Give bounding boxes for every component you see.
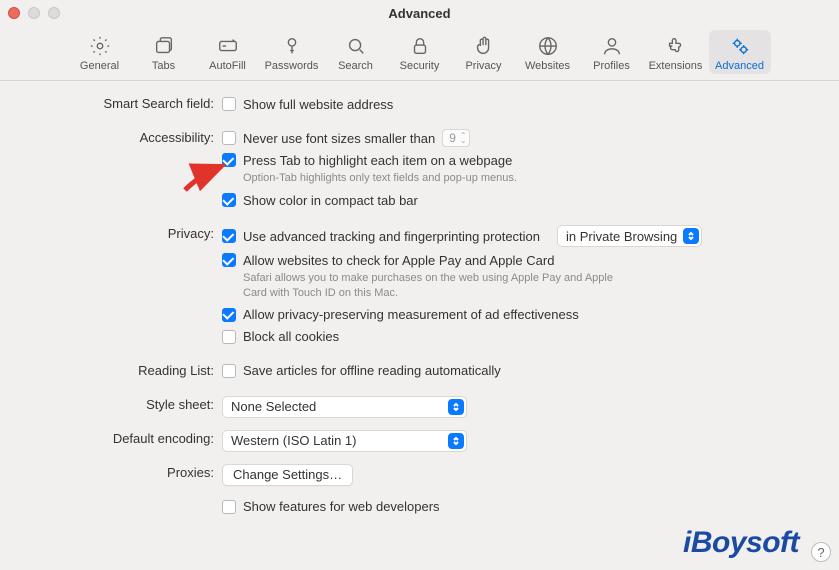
privacy-label: Privacy: (0, 225, 222, 241)
autofill-icon (217, 34, 239, 58)
gear-icon (89, 34, 111, 58)
prefs-toolbar: General Tabs AutoFill Passwords Search S… (0, 26, 839, 81)
globe-icon (537, 34, 559, 58)
search-icon (345, 34, 367, 58)
puzzle-icon (665, 34, 687, 58)
style-sheet-popup[interactable]: None Selected (222, 396, 467, 418)
block-cookies-checkbox[interactable] (222, 330, 236, 344)
font-size-stepper[interactable]: 9 ⌃⌄ (442, 129, 469, 147)
updown-icon (448, 433, 464, 449)
change-settings-button[interactable]: Change Settings… (222, 464, 353, 486)
block-cookies-text: Block all cookies (243, 329, 339, 344)
press-tab-hint: Option-Tab highlights only text fields a… (243, 171, 623, 185)
tabs-icon (153, 34, 175, 58)
tab-privacy[interactable]: Privacy (453, 30, 515, 74)
content-area: Smart Search field: Show full website ad… (0, 81, 839, 520)
titlebar: Advanced (0, 0, 839, 26)
tab-profiles[interactable]: Profiles (581, 30, 643, 74)
tab-extensions[interactable]: Extensions (645, 30, 707, 74)
style-sheet-label: Style sheet: (0, 396, 222, 412)
tracking-mode-popup[interactable]: in Private Browsing (557, 225, 702, 247)
show-dev-checkbox[interactable] (222, 500, 236, 514)
hand-icon (473, 34, 495, 58)
ad-measure-checkbox[interactable] (222, 308, 236, 322)
smart-search-label: Smart Search field: (0, 95, 222, 111)
default-encoding-label: Default encoding: (0, 430, 222, 446)
show-full-url-checkbox[interactable] (222, 97, 236, 111)
save-offline-checkbox[interactable] (222, 364, 236, 378)
press-tab-text: Press Tab to highlight each item on a we… (243, 153, 512, 168)
chevrons-icon: ⌃⌄ (460, 133, 467, 143)
tab-advanced[interactable]: Advanced (709, 30, 771, 74)
advanced-tracking-text: Use advanced tracking and fingerprinting… (243, 229, 540, 244)
updown-icon (448, 399, 464, 415)
show-full-url-text: Show full website address (243, 97, 393, 112)
gears-icon (729, 34, 751, 58)
never-smaller-text: Never use font sizes smaller than (243, 131, 435, 146)
tab-autofill[interactable]: AutoFill (197, 30, 259, 74)
show-color-text: Show color in compact tab bar (243, 193, 418, 208)
tab-websites[interactable]: Websites (517, 30, 579, 74)
accessibility-label: Accessibility: (0, 129, 222, 145)
ad-measure-text: Allow privacy-preserving measurement of … (243, 307, 579, 322)
show-dev-text: Show features for web developers (243, 499, 440, 514)
tab-search[interactable]: Search (325, 30, 387, 74)
updown-icon (683, 228, 699, 244)
proxies-label: Proxies: (0, 464, 222, 480)
apple-pay-text: Allow websites to check for Apple Pay an… (243, 253, 554, 268)
press-tab-checkbox[interactable] (222, 153, 236, 167)
default-encoding-popup[interactable]: Western (ISO Latin 1) (222, 430, 467, 452)
window-title: Advanced (0, 6, 839, 21)
tab-tabs[interactable]: Tabs (133, 30, 195, 74)
apple-pay-hint: Safari allows you to make purchases on t… (243, 271, 623, 300)
key-icon (281, 34, 303, 58)
tab-passwords[interactable]: Passwords (261, 30, 323, 74)
advanced-tracking-checkbox[interactable] (222, 229, 236, 243)
show-color-checkbox[interactable] (222, 193, 236, 207)
person-icon (601, 34, 623, 58)
tab-security[interactable]: Security (389, 30, 451, 74)
never-smaller-checkbox[interactable] (222, 131, 236, 145)
watermark: iBoysoft (683, 526, 799, 560)
reading-list-label: Reading List: (0, 362, 222, 378)
tab-general[interactable]: General (69, 30, 131, 74)
apple-pay-checkbox[interactable] (222, 253, 236, 267)
save-offline-text: Save articles for offline reading automa… (243, 363, 501, 378)
help-button[interactable]: ? (811, 542, 831, 562)
lock-icon (409, 34, 431, 58)
